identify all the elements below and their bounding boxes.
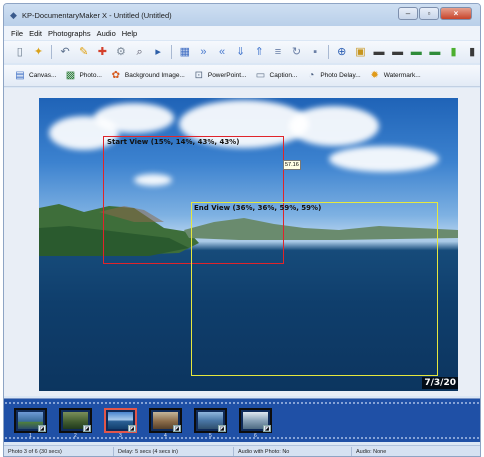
- powerpoint-button[interactable]: ⊡ PowerPoint...: [191, 67, 249, 85]
- watermark-icon: ✹: [370, 69, 379, 81]
- undo-icon[interactable]: ↶: [57, 44, 73, 60]
- watermark-button[interactable]: ✹ Watermark...: [367, 67, 423, 85]
- thumb-badge-icon: ◪: [38, 425, 46, 432]
- caption-icon: ▭: [255, 69, 266, 81]
- tag-icon[interactable]: ▪: [307, 44, 323, 60]
- minimize-button[interactable]: –: [398, 7, 418, 20]
- new-icon[interactable]: ▯: [12, 44, 28, 60]
- select-icon[interactable]: ▦: [177, 44, 193, 60]
- up-icon[interactable]: ⇑: [251, 44, 267, 60]
- toolbar-separator: [51, 45, 53, 59]
- film2-icon[interactable]: ▬: [390, 44, 406, 60]
- toolbar-separator: [170, 45, 172, 59]
- status-bar: Photo 3 of 6 (30 secs) Delay: 5 secs (4 …: [4, 445, 480, 456]
- film-icon[interactable]: ▬: [371, 44, 387, 60]
- thumb-badge-icon: ◪: [83, 425, 91, 432]
- status-audio: Audio: None: [356, 449, 387, 455]
- thumb-number: 2: [74, 433, 77, 439]
- window-title: KP-DocumentaryMaker X - Untitled (Untitl…: [22, 10, 172, 20]
- background-image-label: Background Image...: [124, 72, 185, 79]
- main-toolbar: ▯ ✦ ↶ ✎ ✚ ⚙ ⌕ ▸ ▦ » « ⇓ ⇑ ≡ ↻ ▪ ⊕ ▣ ▬ ▬ …: [4, 41, 480, 63]
- thumb-badge-icon: ◪: [263, 425, 271, 432]
- canvas-label: Canvas...: [29, 72, 57, 79]
- start-view-label: Start View (15%, 14%, 43%, 43%): [107, 138, 240, 146]
- photo-button[interactable]: ▩ Photo...: [62, 67, 103, 85]
- fast-forward-icon[interactable]: »: [196, 44, 212, 60]
- play-icon[interactable]: ▸: [150, 44, 166, 60]
- filmstrip-thumb-selected[interactable]: ◪ 3: [104, 408, 137, 439]
- photo-delay-button[interactable]: ◔ Photo Delay...: [303, 67, 362, 85]
- menu-file[interactable]: File: [11, 29, 23, 38]
- cloud: [94, 103, 174, 133]
- thumb-number: 4: [164, 433, 167, 439]
- cloud: [289, 106, 379, 146]
- open-icon[interactable]: ✦: [31, 44, 47, 60]
- background-image-icon: ✿: [111, 69, 121, 81]
- filmstrip: ◪ 1 ◪ 2 ◪ 3 ◪ 4 ◪ 5 ◪ 6: [4, 398, 480, 442]
- photo-label: Photo...: [79, 72, 102, 79]
- color2-icon[interactable]: ▬: [427, 44, 443, 60]
- object-toolbar: ▤ Canvas... ▩ Photo... ✿ Background Imag…: [4, 65, 480, 87]
- thumb-number: 3: [119, 433, 122, 439]
- thumb-number: 5: [209, 433, 212, 439]
- menu-bar: File Edit Photographs Audio Help: [4, 26, 480, 40]
- menu-photographs[interactable]: Photographs: [48, 29, 91, 38]
- thumb-number: 6: [254, 433, 257, 439]
- filmstrip-thumb[interactable]: ◪ 5: [194, 408, 227, 439]
- watermark-label: Watermark...: [383, 72, 421, 79]
- image-icon[interactable]: ▣: [353, 44, 369, 60]
- filmstrip-thumb[interactable]: ◪ 2: [59, 408, 92, 439]
- cloud: [329, 146, 439, 172]
- app-icon: ◆: [10, 9, 17, 20]
- background-image-button[interactable]: ✿ Background Image...: [108, 67, 187, 85]
- end-view-rect[interactable]: [191, 202, 438, 376]
- status-delay: Delay: 5 secs (4 secs in): [114, 447, 234, 456]
- status-photo: Photo 3 of 6 (30 secs): [4, 447, 114, 456]
- photo-icon: ▩: [65, 69, 76, 81]
- move-icon[interactable]: ⊕: [334, 44, 350, 60]
- filmstrip-thumb[interactable]: ◪ 6: [239, 408, 272, 439]
- thumb-number: 1: [29, 433, 32, 439]
- app-window: ◆ KP-DocumentaryMaker X - Untitled (Unti…: [3, 3, 481, 457]
- green-icon[interactable]: ▮: [446, 44, 462, 60]
- photo-delay-icon: ◔: [308, 69, 315, 81]
- caption-button[interactable]: ▭ Caption...: [253, 67, 300, 85]
- exit-icon[interactable]: ▮: [464, 44, 480, 60]
- settings-icon[interactable]: ⚙: [113, 44, 129, 60]
- thumb-badge-icon: ◪: [218, 425, 226, 432]
- powerpoint-icon: ⊡: [194, 69, 204, 81]
- zoom-icon[interactable]: ⌕: [132, 44, 148, 60]
- delay-tag: 57.16: [283, 160, 301, 170]
- thumb-badge-icon: ◪: [128, 425, 136, 432]
- paint-icon[interactable]: ✚: [94, 44, 110, 60]
- window-controls: – ▫ ×: [398, 7, 472, 20]
- end-view-label: End View (36%, 36%, 59%, 59%): [194, 204, 322, 212]
- title-bar[interactable]: ◆ KP-DocumentaryMaker X - Untitled (Unti…: [4, 4, 480, 26]
- caption-label: Caption...: [269, 72, 298, 79]
- filmstrip-thumb[interactable]: ◪ 1: [14, 408, 47, 439]
- thumb-badge-icon: ◪: [173, 425, 181, 432]
- date-stamp: 7/3/20: [422, 377, 458, 389]
- canvas-icon: ▤: [15, 69, 25, 81]
- list-icon[interactable]: ≡: [270, 44, 286, 60]
- menu-audio[interactable]: Audio: [97, 29, 116, 38]
- down-icon[interactable]: ⇓: [233, 44, 249, 60]
- status-audio-with-photo: Audio with Photo: No: [234, 447, 352, 456]
- maximize-button[interactable]: ▫: [419, 7, 439, 20]
- rewind-icon[interactable]: «: [214, 44, 230, 60]
- film-perforation-top: [4, 402, 480, 404]
- color1-icon[interactable]: ▬: [408, 44, 424, 60]
- powerpoint-label: PowerPoint...: [207, 72, 247, 79]
- close-button[interactable]: ×: [440, 7, 472, 20]
- menu-help[interactable]: Help: [122, 29, 137, 38]
- preview-area: Start View (15%, 14%, 43%, 43%) 57.16 En…: [4, 88, 480, 396]
- menu-edit[interactable]: Edit: [29, 29, 42, 38]
- filmstrip-thumb[interactable]: ◪ 4: [149, 408, 182, 439]
- edit-icon[interactable]: ✎: [76, 44, 92, 60]
- preview-photo[interactable]: Start View (15%, 14%, 43%, 43%) 57.16 En…: [39, 98, 458, 391]
- toolbar-separator: [327, 45, 329, 59]
- canvas-button[interactable]: ▤ Canvas...: [12, 67, 58, 85]
- refresh-icon[interactable]: ↻: [289, 44, 305, 60]
- photo-delay-label: Photo Delay...: [320, 72, 361, 79]
